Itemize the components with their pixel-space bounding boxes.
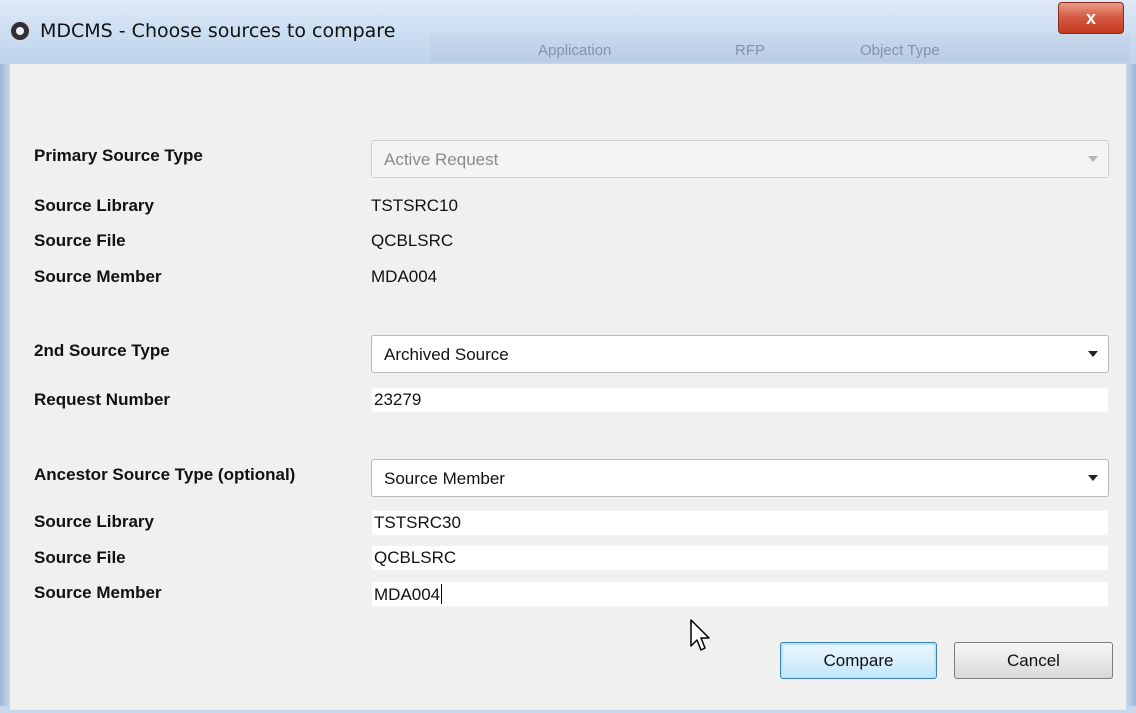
background-header-application: Application	[538, 42, 612, 59]
primary-source-type-value: Active Request	[384, 150, 499, 169]
request-number-label: Request Number	[34, 390, 171, 409]
window-frame-right	[1126, 64, 1136, 713]
primary-source-member-label: Source Member	[34, 267, 162, 286]
close-icon: x	[1085, 8, 1096, 28]
text-caret	[441, 584, 443, 604]
ancestor-source-member-value: MDA004	[374, 585, 441, 604]
ancestor-source-type-value: Source Member	[384, 469, 505, 488]
cancel-button[interactable]: Cancel	[954, 642, 1113, 679]
ancestor-source-type-select[interactable]: Source Member	[371, 459, 1109, 497]
request-number-value: 23279	[374, 390, 422, 409]
ancestor-source-type-label: Ancestor Source Type (optional)	[34, 465, 296, 484]
primary-source-member-value: MDA004	[371, 267, 438, 286]
background-header-object-type: Object Type	[860, 42, 940, 59]
mouse-pointer-icon	[690, 619, 710, 651]
second-source-type-select[interactable]: Archived Source	[371, 335, 1109, 373]
app-icon	[9, 20, 31, 42]
ancestor-source-library-input[interactable]: TSTSRC30	[371, 510, 1109, 536]
background-header-rfp: RFP	[735, 42, 765, 59]
request-number-input[interactable]: 23279	[371, 387, 1109, 413]
ancestor-source-member-input[interactable]: MDA004	[371, 581, 1109, 607]
ancestor-source-library-value: TSTSRC30	[374, 513, 461, 532]
ancestor-source-file-value: QCBLSRC	[374, 548, 457, 567]
ancestor-source-member-label: Source Member	[34, 583, 162, 602]
chevron-down-icon[interactable]	[1088, 475, 1098, 481]
primary-source-file-value: QCBLSRC	[371, 231, 454, 250]
close-button[interactable]: x	[1058, 2, 1124, 34]
primary-source-type-select: Active Request	[371, 140, 1109, 178]
background-window-header: Application RFP Object Type	[430, 34, 1130, 62]
primary-source-library-value: TSTSRC10	[371, 196, 458, 215]
primary-source-library-label: Source Library	[34, 196, 154, 215]
compare-button[interactable]: Compare	[780, 642, 937, 679]
chevron-down-icon[interactable]	[1088, 351, 1098, 357]
second-source-type-label: 2nd Source Type	[34, 341, 170, 360]
ancestor-source-file-input[interactable]: QCBLSRC	[371, 545, 1109, 571]
title-bar: Application RFP Object Type MDCMS - Choo…	[0, 0, 1136, 65]
primary-source-type-label: Primary Source Type	[34, 146, 203, 165]
ancestor-source-library-label: Source Library	[34, 512, 154, 531]
second-source-type-value: Archived Source	[384, 345, 509, 364]
window-title: MDCMS - Choose sources to compare	[40, 20, 396, 42]
ancestor-source-member-text: MDA004	[374, 584, 443, 605]
ancestor-source-file-label: Source File	[34, 548, 126, 567]
chevron-down-icon	[1088, 156, 1098, 162]
primary-source-file-label: Source File	[34, 231, 126, 250]
window-frame-left	[0, 64, 10, 713]
